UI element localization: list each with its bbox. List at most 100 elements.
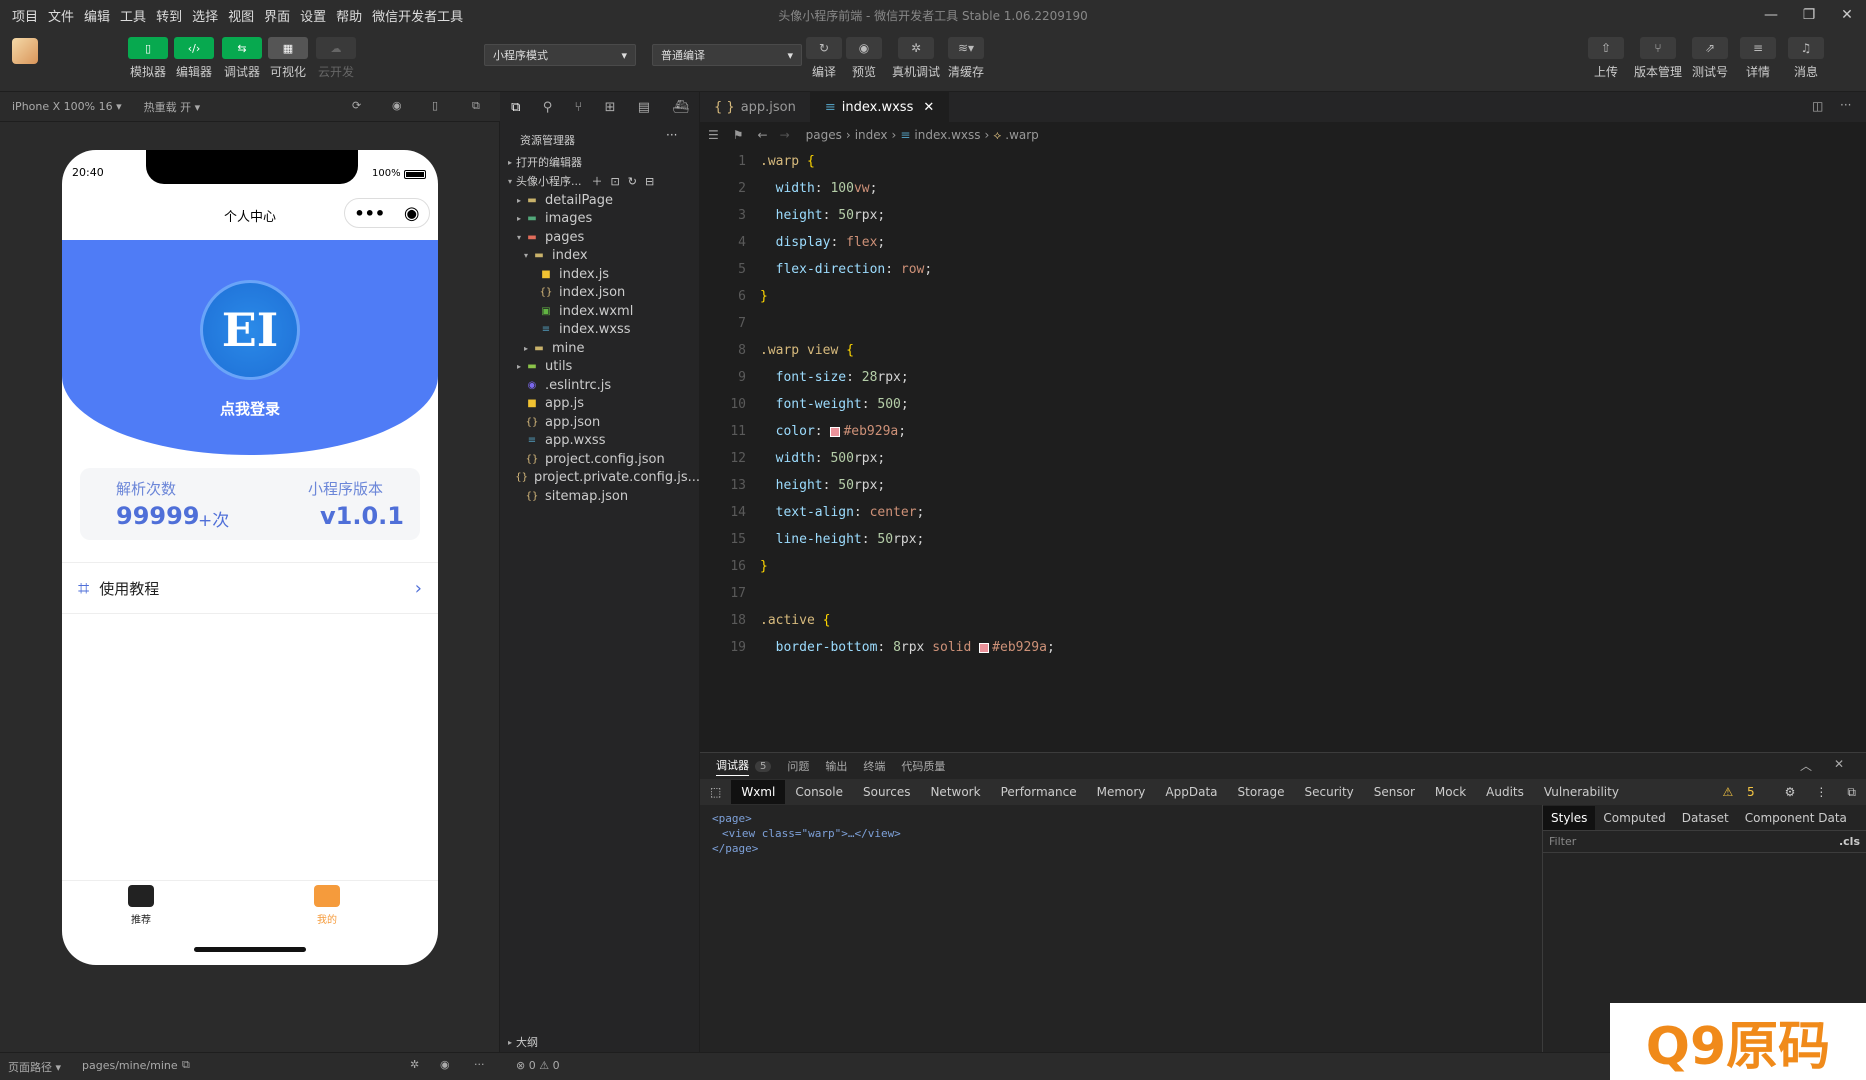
bug-icon[interactable]: ✲ xyxy=(410,1058,419,1071)
simulator-button[interactable]: ▯ 模拟器 xyxy=(126,37,170,80)
panel-tab[interactable]: Sensor xyxy=(1364,785,1425,799)
chevron-up-icon[interactable]: ︿ xyxy=(1800,757,1812,774)
devtools-tab[interactable]: 调试器 xyxy=(716,757,749,776)
menu-item[interactable]: 设置 xyxy=(300,6,326,25)
tab-index-wxss[interactable]: ≡ index.wxss ✕ xyxy=(810,92,950,122)
inspect-icon[interactable]: ⬚ xyxy=(700,785,731,799)
kebab-icon[interactable]: ⋮ xyxy=(1805,785,1837,799)
copy-icon[interactable]: ⧉ xyxy=(182,1058,190,1072)
panel-tab[interactable]: Storage xyxy=(1228,785,1295,799)
git-icon[interactable]: ⑂ xyxy=(574,100,582,115)
wxml-tree[interactable]: <page> <view class="warp">…</view> </pag… xyxy=(712,811,901,856)
collapse-icon[interactable]: ⊟ xyxy=(645,175,654,188)
visual-button[interactable]: ▦ 可视化 xyxy=(266,37,310,80)
devtools-tab[interactable]: 输出 xyxy=(825,758,847,774)
panel-tab[interactable]: Memory xyxy=(1087,785,1156,799)
menu-item[interactable]: 项目 xyxy=(12,6,38,25)
code-area[interactable]: 1 .warp {2 width: 100 vw; 3 height: 50 rpx; 4… xyxy=(700,148,1866,752)
tutorial-item[interactable]: ⌗ 使用教程 › xyxy=(62,562,438,614)
refresh-icon[interactable]: ↻ xyxy=(628,175,637,188)
page-path-select[interactable]: 页面路径 ▾ xyxy=(8,1059,61,1075)
menu-item[interactable]: 视图 xyxy=(228,6,254,25)
hotreload-toggle[interactable]: 热重载 开 ▾ xyxy=(144,99,201,115)
avatar[interactable]: EI xyxy=(200,280,300,380)
files-icon[interactable]: ⧉ xyxy=(511,100,520,115)
more-icon[interactable]: ••• xyxy=(354,204,385,223)
panel-tab[interactable]: AppData xyxy=(1155,785,1227,799)
dock-icon[interactable]: ⧉ xyxy=(1837,785,1866,800)
menu-item[interactable]: 转到 xyxy=(156,6,182,25)
menu-item[interactable]: 文件 xyxy=(48,6,74,25)
styles-tab[interactable]: Styles xyxy=(1543,805,1596,830)
panel-tab[interactable]: Sources xyxy=(853,785,920,799)
tab-app-json[interactable]: { } app.json xyxy=(700,92,811,122)
warning-count[interactable]: ⚠ 5 xyxy=(1712,785,1774,799)
storage-icon[interactable]: ▤ xyxy=(638,100,650,115)
more-icon[interactable]: ··· xyxy=(474,1058,485,1071)
popout-icon[interactable]: ⧉ xyxy=(472,99,480,113)
tab-recommend[interactable]: 推荐 xyxy=(116,885,166,926)
panel-tab[interactable]: Mock xyxy=(1425,785,1476,799)
error-count[interactable]: ⊗ 0 ⚠ 0 xyxy=(516,1059,560,1072)
tab-mine[interactable]: 我的 xyxy=(302,885,352,926)
menu-item[interactable]: 帮助 xyxy=(336,6,362,25)
menu-item[interactable]: 工具 xyxy=(120,6,146,25)
tree-file[interactable]: {} sitemap.json xyxy=(500,485,700,507)
preview-button[interactable]: ◉ 预览 xyxy=(842,37,886,80)
devtools-tab[interactable]: 代码质量 xyxy=(901,758,945,774)
styles-filter[interactable]: Filter .cls xyxy=(1543,831,1866,853)
login-link[interactable]: 点我登录 xyxy=(62,398,438,419)
styles-tab[interactable]: Dataset xyxy=(1674,806,1737,830)
bookmark-icon[interactable]: ⚑ xyxy=(733,128,744,142)
eye-icon[interactable]: ◉ xyxy=(440,1058,450,1071)
compile-select[interactable]: 普通编译 ▾ xyxy=(652,44,802,66)
restore-icon[interactable]: ❐ xyxy=(1790,0,1828,30)
menu-item[interactable]: 微信开发者工具 xyxy=(372,6,463,25)
new-file-icon[interactable]: ＋ xyxy=(592,173,603,189)
compile-button[interactable]: ↻ 编译 xyxy=(802,37,846,80)
remote-debug-button[interactable]: ✲ 真机调试 xyxy=(892,37,940,80)
extensions-icon[interactable]: ⊞ xyxy=(605,100,616,115)
mode-select[interactable]: 小程序模式 ▾ xyxy=(484,44,636,66)
messages-button[interactable]: ♫ 消息 xyxy=(1784,37,1828,80)
debugger-button[interactable]: ⇆ 调试器 xyxy=(220,37,264,80)
capsule-button[interactable]: ••• ◉ xyxy=(344,198,430,228)
styles-tab[interactable]: Computed xyxy=(1595,806,1673,830)
panel-tab[interactable]: Security xyxy=(1294,785,1363,799)
gear-icon[interactable]: ⚙ xyxy=(1775,785,1806,799)
close-circle-icon[interactable]: ◉ xyxy=(404,203,420,224)
menu-item[interactable]: 选择 xyxy=(192,6,218,25)
color-swatch[interactable] xyxy=(830,426,841,437)
record-icon[interactable]: ◉ xyxy=(392,99,402,112)
outline-section[interactable]: ▸ 大纲 xyxy=(500,1031,700,1053)
rotate-icon[interactable]: ⟳ xyxy=(352,99,361,112)
devtools-tab[interactable]: 终端 xyxy=(863,758,885,774)
color-swatch[interactable] xyxy=(979,642,990,653)
back-icon[interactable]: ← xyxy=(758,128,768,142)
cloud-button[interactable]: ☁ 云开发 xyxy=(314,37,358,80)
split-icon[interactable]: ◫ xyxy=(1812,99,1823,113)
more-icon[interactable]: ··· xyxy=(666,128,677,142)
upload-button[interactable]: ⇧ 上传 xyxy=(1584,37,1628,80)
menu-item[interactable]: 编辑 xyxy=(84,6,110,25)
docker-icon[interactable]: ⛴ xyxy=(672,100,689,115)
panel-tab[interactable]: Audits xyxy=(1476,785,1534,799)
close-icon[interactable]: ✕ xyxy=(1828,0,1866,30)
more-icon[interactable]: ··· xyxy=(1840,98,1851,112)
clear-cache-button[interactable]: ≋▾ 清缓存 xyxy=(944,37,988,80)
close-icon[interactable]: ✕ xyxy=(923,100,934,115)
panel-tab[interactable]: Vulnerability xyxy=(1534,785,1629,799)
minimize-icon[interactable]: — xyxy=(1752,0,1790,30)
new-folder-icon[interactable]: ⊡ xyxy=(611,175,620,188)
list-icon[interactable]: ☰ xyxy=(708,128,719,142)
devtools-tab[interactable]: 问题 xyxy=(787,758,809,774)
details-button[interactable]: ≡ 详情 xyxy=(1736,37,1780,80)
search-icon[interactable]: ⚲ xyxy=(543,100,553,115)
panel-tab[interactable]: Wxml xyxy=(731,780,786,804)
device-select[interactable]: iPhone X 100% 16 ▾ xyxy=(12,100,122,113)
panel-tab[interactable]: Performance xyxy=(991,785,1087,799)
forward-icon[interactable]: → xyxy=(780,128,790,142)
panel-tab[interactable]: Network xyxy=(920,785,990,799)
panel-tab[interactable]: Console xyxy=(785,785,853,799)
project-avatar[interactable] xyxy=(12,38,38,64)
